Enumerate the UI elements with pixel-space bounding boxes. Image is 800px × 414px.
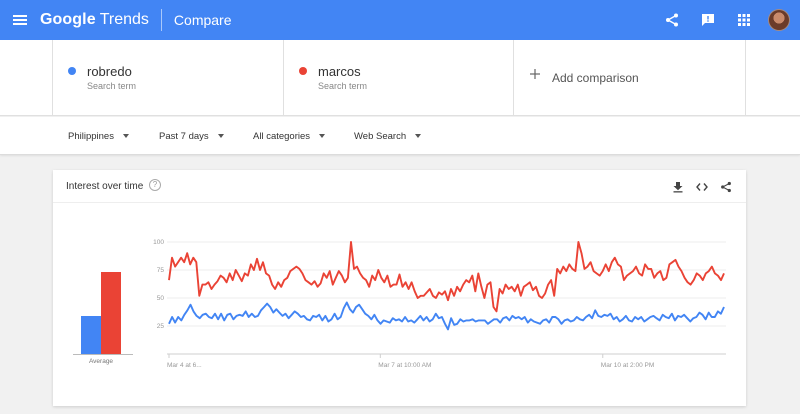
term-type: Search term bbox=[87, 81, 137, 91]
apps-icon[interactable] bbox=[726, 0, 762, 40]
interest-line-chart[interactable]: 100 75 50 25 Mar 4 at 6... Mar 7 at 10:00 AM M… bbox=[53, 203, 746, 403]
category-dropdown[interactable]: All categories bbox=[253, 117, 326, 155]
term-name: marcos bbox=[318, 64, 361, 79]
download-icon[interactable] bbox=[666, 176, 690, 198]
term-name: robredo bbox=[87, 64, 132, 79]
y-tick-label: 100 bbox=[153, 239, 164, 246]
chevron-down-icon bbox=[122, 134, 129, 138]
logo-trends-text: Trends bbox=[99, 11, 149, 28]
plus-icon bbox=[530, 69, 540, 79]
add-comparison-label: Add comparison bbox=[552, 71, 639, 85]
term-type: Search term bbox=[318, 81, 368, 91]
chevron-down-icon bbox=[217, 134, 224, 138]
series-line-marcos[interactable] bbox=[168, 241, 725, 313]
card-header: Interest over time ? bbox=[53, 170, 746, 203]
y-tick-label: 50 bbox=[157, 295, 165, 302]
app-bar: Google Trends Compare bbox=[0, 0, 800, 40]
page-title: Compare bbox=[173, 12, 232, 28]
share-icon[interactable] bbox=[654, 0, 690, 40]
search-type-dropdown[interactable]: Web Search bbox=[354, 117, 422, 155]
x-tick-label: Mar 4 at 6... bbox=[167, 362, 202, 369]
help-icon[interactable]: ? bbox=[149, 179, 161, 191]
search-type-value: Web Search bbox=[354, 130, 407, 142]
google-trends-logo[interactable]: Google Trends bbox=[40, 11, 149, 29]
time-range-dropdown[interactable]: Past 7 days bbox=[159, 117, 224, 155]
y-tick-label: 75 bbox=[157, 267, 165, 274]
card-actions bbox=[666, 176, 738, 198]
appbar-divider bbox=[160, 9, 162, 31]
feedback-icon[interactable] bbox=[690, 0, 726, 40]
add-comparison-button[interactable]: Add comparison bbox=[514, 40, 746, 116]
region-value: Philippines bbox=[68, 130, 114, 142]
card-title: Interest over time bbox=[66, 181, 144, 192]
term-color-dot bbox=[68, 67, 76, 75]
region-dropdown[interactable]: Philippines bbox=[68, 117, 129, 155]
filter-bar: Philippines Past 7 days All categories W… bbox=[0, 117, 800, 155]
chevron-down-icon bbox=[319, 134, 326, 138]
avatar[interactable] bbox=[768, 9, 790, 31]
series-line-robredo[interactable] bbox=[168, 301, 725, 331]
appbar-actions bbox=[654, 0, 790, 40]
interest-over-time-card: Interest over time ? Average 100 75 50 25 Ma… bbox=[53, 170, 746, 406]
y-tick-label: 25 bbox=[157, 323, 165, 330]
time-range-value: Past 7 days bbox=[159, 130, 209, 142]
embed-icon[interactable] bbox=[690, 176, 714, 198]
menu-icon[interactable] bbox=[0, 0, 40, 40]
share-icon[interactable] bbox=[714, 176, 738, 198]
x-tick-label: Mar 7 at 10:00 AM bbox=[378, 362, 431, 369]
x-tick-label: Mar 10 at 2:00 PM bbox=[601, 362, 654, 369]
chevron-down-icon bbox=[415, 134, 422, 138]
comparison-terms-bar: robredo Search term marcos Search term A… bbox=[0, 40, 800, 116]
category-value: All categories bbox=[253, 130, 311, 142]
term-color-dot bbox=[299, 67, 307, 75]
term-marcos[interactable]: marcos Search term bbox=[284, 40, 514, 116]
logo-google-text: Google bbox=[40, 11, 96, 28]
term-robredo[interactable]: robredo Search term bbox=[52, 40, 284, 116]
